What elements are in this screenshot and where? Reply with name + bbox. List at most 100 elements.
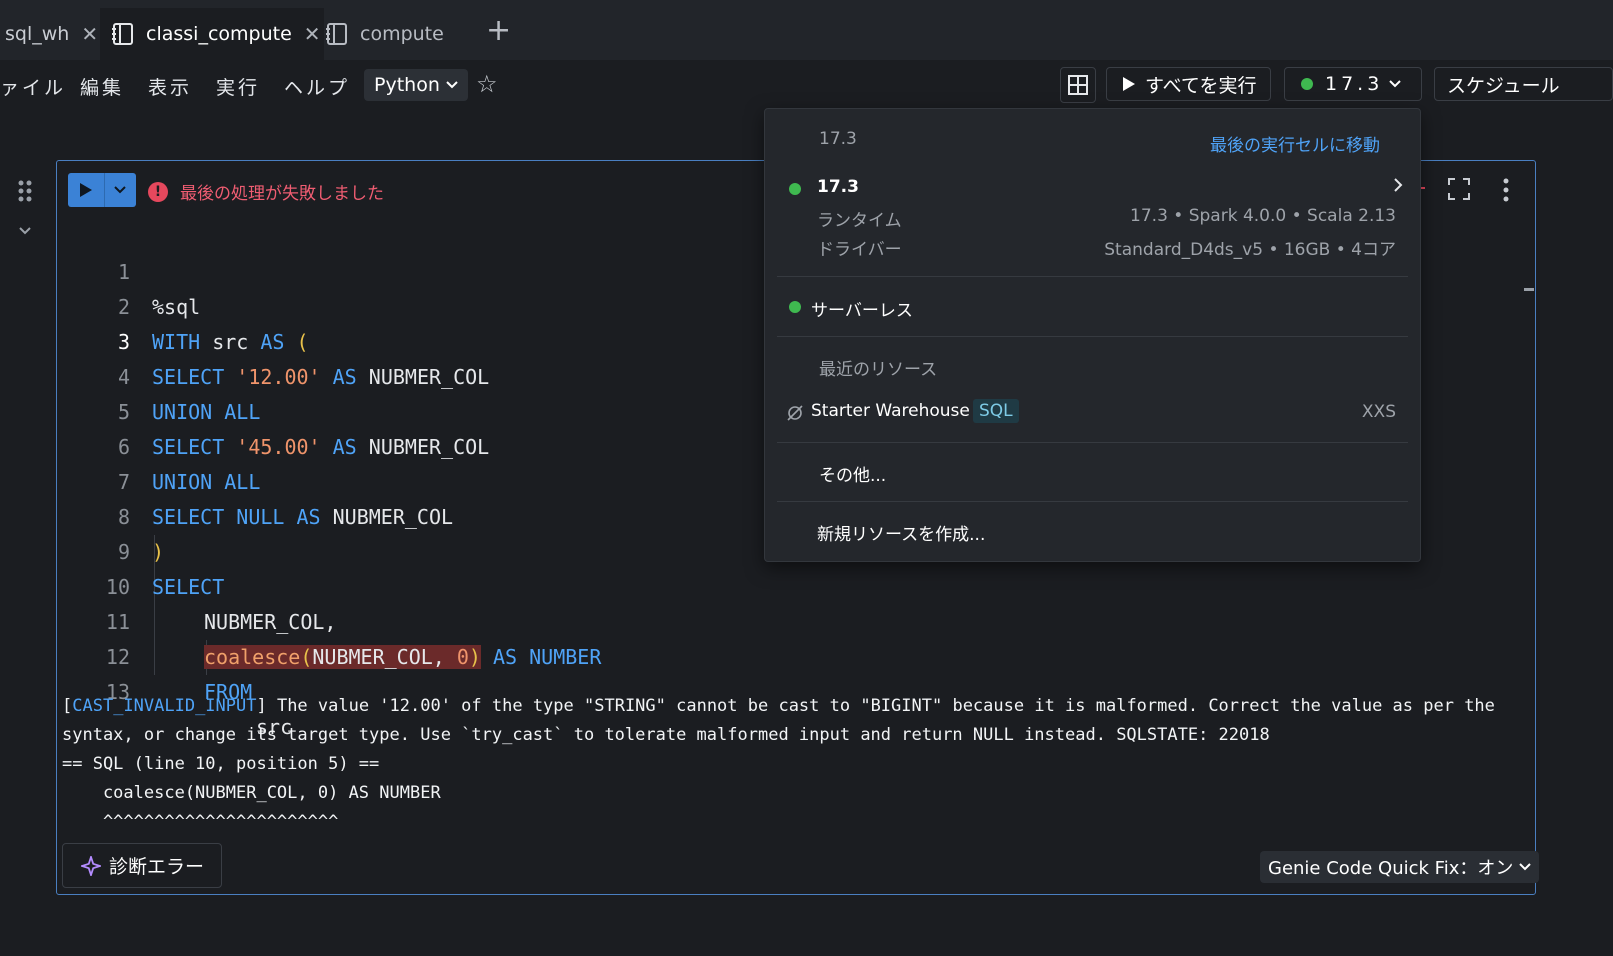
code-line: 2 WITH src AS ( bbox=[60, 255, 309, 354]
run-all-label: すべてを実行 bbox=[1145, 74, 1257, 97]
status-text: 最後の処理が失敗しました bbox=[180, 184, 384, 204]
warehouse-option[interactable]: Starter Warehouse SQL XXS bbox=[765, 393, 1420, 433]
schedule-button[interactable]: スケジュール bbox=[1434, 67, 1613, 101]
menu-bar: ァイル 編集 表示 実行 ヘルプ Python ☆ すべてを実行 17.3 スケ… bbox=[0, 60, 1613, 114]
genie-label: Genie Code Quick Fix：オン bbox=[1268, 858, 1514, 879]
code-text: UNION ALL bbox=[152, 470, 261, 494]
status-dot-icon bbox=[789, 301, 801, 313]
schedule-label: スケジュール bbox=[1447, 74, 1560, 97]
diagnose-error-button[interactable]: 診断エラー bbox=[62, 843, 222, 888]
error-line: syntax, or change its target type. Use `… bbox=[62, 725, 1270, 745]
run-all-button[interactable]: すべてを実行 bbox=[1106, 67, 1271, 101]
code-line: 7 SELECT NULL AS NUBMER_COL bbox=[60, 430, 453, 529]
recent-resources-label: 最近のリソース bbox=[819, 360, 938, 380]
code-line: 3 SELECT '12.00' AS NUBMER_COL bbox=[60, 290, 489, 389]
diagnose-label: 診断エラー bbox=[109, 856, 205, 878]
code-text: %sql bbox=[152, 295, 201, 319]
warehouse-name: Starter Warehouse bbox=[811, 401, 970, 421]
code-line: 4 UNION ALL bbox=[60, 325, 260, 424]
favorite-star-icon[interactable]: ☆ bbox=[476, 70, 498, 98]
status-dot-icon bbox=[1301, 78, 1313, 90]
error-line: == SQL (line 10, position 5) == bbox=[62, 754, 380, 774]
code-text: ) bbox=[152, 540, 165, 564]
create-resource-option[interactable]: 新規リソースを作成... bbox=[817, 520, 985, 545]
code-line: 8 ) bbox=[60, 465, 164, 564]
add-tab-icon[interactable]: + bbox=[486, 16, 511, 46]
serverless-label: サーバーレス bbox=[811, 301, 913, 321]
code-text: coalesce(NUBMER_COL, 0) AS NUMBER bbox=[204, 645, 602, 669]
layout-grid-icon bbox=[1068, 75, 1088, 95]
menu-help[interactable]: ヘルプ bbox=[284, 73, 350, 100]
code-line: 5 SELECT '45.00' AS NUBMER_COL bbox=[60, 360, 489, 459]
error-output: [CAST_INVALID_INPUT] The value '12.00' o… bbox=[62, 692, 1532, 837]
run-cell-button[interactable] bbox=[68, 173, 136, 207]
dropdown-header-version: 17.3 bbox=[819, 129, 857, 149]
error-line: [CAST_INVALID_INPUT] The value '12.00' o… bbox=[62, 696, 1495, 716]
error-highlight: coalesce(NUBMER_COL, 0) bbox=[204, 645, 481, 669]
tab-bar: sql_wh ✕ classi_compute ✕ compute + bbox=[0, 0, 1613, 60]
code-line: 9 SELECT bbox=[60, 500, 224, 599]
tab-label: sql_wh bbox=[5, 23, 70, 45]
warehouse-unavailable-icon bbox=[787, 405, 803, 421]
chevron-down-icon bbox=[446, 81, 458, 89]
layout-toggle-button[interactable] bbox=[1060, 67, 1096, 103]
fullscreen-icon[interactable] bbox=[1448, 178, 1470, 200]
chevron-right-icon[interactable] bbox=[1393, 177, 1403, 193]
runtime-label: ランタイム bbox=[817, 211, 902, 231]
compute-selector[interactable]: 17.3 bbox=[1284, 67, 1422, 101]
menu-edit[interactable]: 編集 bbox=[80, 73, 124, 100]
code-line: 13 src bbox=[60, 640, 292, 739]
driver-label: ドライバー bbox=[817, 240, 902, 260]
language-label: Python bbox=[374, 74, 440, 96]
scrollbar-thumb[interactable] bbox=[1524, 288, 1534, 291]
play-icon bbox=[1123, 77, 1135, 91]
runtime-value: 17.3 • Spark 4.0.0 • Scala 2.13 bbox=[1130, 206, 1396, 226]
warehouse-size: XXS bbox=[1361, 402, 1396, 422]
cluster-option-17-3[interactable]: 17.3 ランタイム 17.3 • Spark 4.0.0 • Scala 2.… bbox=[765, 167, 1420, 267]
menu-run[interactable]: 実行 bbox=[216, 73, 260, 100]
driver-value: Standard_D4ds_v5 • 16GB • 4コア bbox=[1104, 240, 1396, 260]
divider bbox=[777, 442, 1408, 443]
cluster-name: 17.3 bbox=[817, 177, 859, 197]
more-option[interactable]: その他... bbox=[819, 461, 886, 486]
tab-compute[interactable]: compute bbox=[314, 8, 476, 60]
tab-classi-compute[interactable]: classi_compute ✕ bbox=[100, 8, 324, 60]
chevron-down-icon bbox=[1389, 80, 1402, 88]
error-line: coalesce(NUBMER_COL, 0) AS NUMBER bbox=[62, 783, 441, 803]
language-selector[interactable]: Python bbox=[364, 69, 468, 101]
code-text: UNION ALL bbox=[152, 400, 261, 424]
status-dot-icon bbox=[789, 183, 801, 195]
error-code-link[interactable]: CAST_INVALID_INPUT bbox=[72, 696, 256, 716]
tab-sql-wh[interactable]: sql_wh ✕ bbox=[0, 8, 103, 60]
code-text: SELECT '12.00' AS NUBMER_COL bbox=[152, 365, 490, 389]
collapse-chevron-icon[interactable] bbox=[18, 226, 32, 236]
tab-label: classi_compute bbox=[146, 23, 292, 45]
code-line: 12 FROM bbox=[60, 605, 252, 704]
cell-status: ! 最後の処理が失敗しました bbox=[148, 179, 384, 204]
code-text: SELECT '45.00' AS NUBMER_COL bbox=[152, 435, 490, 459]
chevron-down-icon[interactable] bbox=[104, 173, 135, 207]
menu-file[interactable]: ァイル bbox=[0, 73, 66, 100]
drag-handle-icon[interactable] bbox=[17, 180, 33, 202]
serverless-option[interactable]: サーバーレス bbox=[765, 287, 1420, 337]
tab-label: compute bbox=[360, 23, 444, 45]
code-line: 6 UNION ALL bbox=[60, 395, 260, 494]
sql-badge: SQL bbox=[973, 399, 1019, 423]
close-icon[interactable]: ✕ bbox=[81, 22, 98, 46]
notebook-icon bbox=[326, 22, 348, 46]
code-text: SELECT NULL AS NUBMER_COL bbox=[152, 505, 454, 529]
code-text: WITH src AS ( bbox=[152, 330, 309, 354]
play-icon bbox=[68, 183, 104, 197]
divider bbox=[777, 501, 1408, 502]
more-options-icon[interactable] bbox=[1500, 178, 1512, 202]
genie-quick-fix-toggle[interactable]: Genie Code Quick Fix：オン bbox=[1260, 851, 1540, 883]
compute-version: 17.3 bbox=[1325, 73, 1384, 95]
notebook-icon bbox=[112, 22, 134, 46]
goto-last-cell-link[interactable]: 最後の実行セルに移動 bbox=[1210, 131, 1380, 156]
sparkle-icon bbox=[81, 855, 101, 876]
code-text: SELECT bbox=[152, 575, 225, 599]
chevron-down-icon bbox=[1519, 863, 1532, 871]
error-line: ^^^^^^^^^^^^^^^^^^^^^^^ bbox=[62, 812, 339, 832]
menu-view[interactable]: 表示 bbox=[148, 73, 192, 100]
code-line: 1 %sql bbox=[60, 220, 200, 319]
